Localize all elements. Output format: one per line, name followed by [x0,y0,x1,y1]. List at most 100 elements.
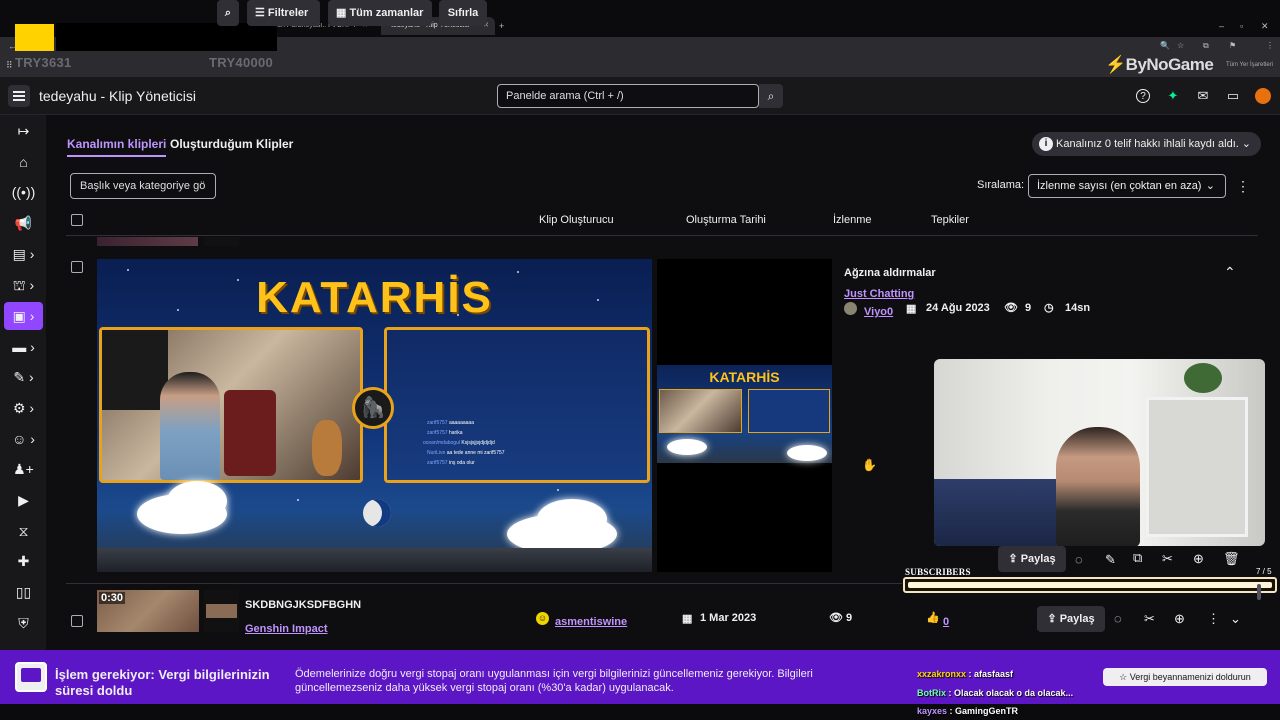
whispers-icon[interactable]: ▭ [1225,88,1241,104]
row-checkbox[interactable] [71,615,83,627]
trash-icon[interactable]: 🗑 [1223,551,1240,567]
clip-thumbnail-duration: 0:30 [99,592,126,604]
share-icon: ⇪ [1008,553,1021,565]
new-tab-label: + [499,21,505,31]
clip-category-link[interactable]: Genshin Impact [245,623,328,635]
viewer-rewards-icon[interactable]: ☺ › [4,425,43,453]
column-views[interactable]: İzlenme [833,214,872,226]
extensions-icon[interactable]: ⧉ [1203,41,1209,51]
zoom-icon[interactable]: 🔍 [1160,41,1170,50]
reset-button[interactable]: Sıfırla [439,0,487,26]
overlay-try-left: TRY3631 [15,55,72,70]
chat-text: afasfaasf [974,669,1014,679]
more-options-icon[interactable]: ⋮ [1207,611,1220,627]
stream-camera-frame [99,327,363,483]
sort-value: İzlenme sayısı (en çoktan en aza) [1037,180,1202,192]
clip-creator-link[interactable]: Viyo0 [864,306,893,318]
star-icon[interactable]: ☆ [1177,41,1184,50]
clip-preview-player[interactable]: KATARHİS zarif5757 aaaaaaaaa zarif5757 h… [97,259,652,572]
menu-icon[interactable]: ⋮ [1266,41,1274,50]
safety-icon[interactable]: ⧖ [4,517,43,545]
extensions-nav-icon[interactable]: ✚ [4,547,43,575]
content-icon[interactable]: ▣ › [4,302,43,330]
thumbs-up-icon[interactable]: 👍 [926,611,940,624]
help-icon[interactable]: ? [1136,89,1150,103]
apps-icon[interactable]: ⠿ [6,60,13,71]
row-checkbox[interactable] [71,261,83,273]
copyright-notice-button[interactable]: i Kanalınız 0 telif hakkı ihlali kaydı a… [1032,132,1261,156]
share-button[interactable]: ⇪ Paylaş [1037,606,1105,632]
window-close-icon[interactable]: ✕ [1261,21,1269,32]
column-date[interactable]: Oluşturma Tarihi [686,214,766,226]
sort-select[interactable]: İzlenme sayısı (en çoktan en aza) ⌄ [1028,174,1226,198]
new-tab-button[interactable]: + [499,21,504,31]
clip-thumbnail-vertical[interactable] [204,590,239,632]
clip-thumbnail[interactable]: 0:30 [97,590,199,632]
search-icon[interactable]: ⌕ [759,84,783,108]
tab-my-clips[interactable]: Oluşturduğum Klipler [170,137,293,151]
share-button[interactable]: ⇪ Paylaş [998,546,1066,572]
insights-icon[interactable]: ▤ › [4,240,43,268]
profile-icon[interactable]: ⚑ [1229,41,1236,50]
dashboard-search-input[interactable] [497,84,759,108]
chevron-down-icon[interactable]: ⌄ [1230,611,1241,627]
copyright-notice-text: Kanalınız 0 telif hakkı ihlali kaydı ald… [1056,138,1239,150]
home-icon[interactable]: ⌂ [4,148,43,176]
bynogame-text: ByNoGame [1125,55,1214,74]
add-circle-icon[interactable]: ⊕ [1174,611,1185,627]
creator-tools-icon[interactable]: ✎ › [4,363,43,391]
scissors-icon[interactable]: ✂ [1144,611,1155,627]
inbox-icon[interactable]: ✉ [1195,88,1211,104]
add-user-icon[interactable]: ♟+ [4,455,43,483]
clip-date: 1 Mar 2023 [700,612,757,624]
megaphone-icon[interactable]: 📢 [4,209,43,237]
more-options-icon[interactable]: ⋮ [1236,178,1250,195]
vertical-clip-preview[interactable]: KATARHİS [657,259,832,572]
minimize-icon[interactable]: – [1219,21,1224,31]
streamer-webcam [934,359,1265,546]
select-all-checkbox[interactable] [71,214,83,226]
monetization-icon[interactable]: ▬ › [4,333,43,361]
learn-icon[interactable]: ▯▯ [4,578,43,606]
settings-icon[interactable]: ⚙ › [4,394,43,422]
filters-button[interactable]: ☰ Filtreler [247,0,320,26]
clip-category-link[interactable]: Just Chatting [844,288,914,300]
loading-icon: ◌ [1075,552,1083,567]
stream-banner: KATARHİS [256,273,493,322]
clip-creator-link[interactable]: asmentiswine [555,616,627,628]
bits-icon[interactable]: ✦ [1165,88,1181,104]
avatar[interactable] [1255,88,1271,104]
video-icon[interactable]: ▶ [4,486,43,514]
external-link-icon[interactable]: ⧉ [1133,550,1142,566]
tab-channel-clips[interactable]: Kanalımın klipleri [67,137,167,157]
clip-likes-link[interactable]: 0 [943,616,949,628]
creator-avatar [844,302,857,315]
clip-search-icon[interactable]: ⌕ [217,0,239,26]
expand-sidebar-icon[interactable]: ↦ [4,117,43,145]
header-divider [66,235,1258,236]
clock-icon: ◷ [1044,302,1054,314]
time-filter-label: Tüm zamanlar [349,7,424,19]
shield-icon[interactable]: ⛨ [4,609,43,637]
time-filter-button[interactable]: ▦ Tüm zamanlar [328,0,432,26]
stream-icon[interactable]: ((•)) [4,178,43,206]
clip-search-input[interactable] [70,173,216,199]
scissors-icon[interactable]: ✂ [1162,551,1173,567]
hamburger-menu-icon[interactable] [8,85,30,107]
chevron-down-icon: ⌄ [1241,138,1251,150]
maximize-icon[interactable]: ▫ [1240,21,1243,31]
previous-row-thumbnail [97,237,198,246]
column-creator[interactable]: Klip Oluşturucu [539,214,614,226]
chevron-up-icon[interactable]: ⌃ [1224,264,1236,281]
overlay-logo [15,24,54,51]
edit-icon[interactable]: ✎ [1105,552,1116,568]
add-circle-icon[interactable]: ⊕ [1193,551,1204,567]
vertical-banner: KATARHİS [709,369,780,385]
chat-user: BotRix [917,688,946,698]
community-icon[interactable]: ⛫ › [4,271,43,299]
column-reactions[interactable]: Tepkiler [931,214,969,226]
clip-views: 9 [846,612,853,624]
tax-form-button[interactable]: ☆ Vergi beyannamenizi doldurun [1103,668,1267,686]
all-bookmarks[interactable]: Tüm Yer İşaretleri [1226,62,1273,68]
scrollbar-thumb[interactable] [1257,584,1261,600]
